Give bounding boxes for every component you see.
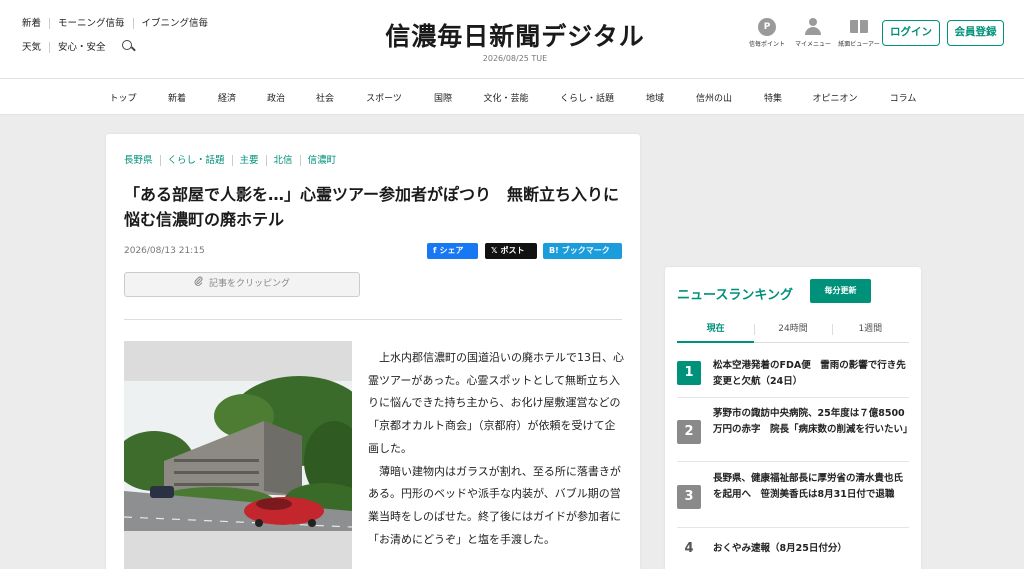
nav-item-top[interactable]: トップ bbox=[109, 91, 136, 104]
book-icon bbox=[850, 18, 868, 36]
ranking-item[interactable]: 4 おくやみ速報（8月25日付分） bbox=[677, 535, 909, 565]
nav-item-politics[interactable]: 政治 bbox=[267, 91, 285, 104]
link-weather[interactable]: 天気 bbox=[22, 41, 51, 53]
nav-item-opinion[interactable]: オピニオン bbox=[812, 91, 857, 104]
tag-link[interactable]: 信濃町 bbox=[301, 155, 344, 166]
link-safety[interactable]: 安心・安全 bbox=[50, 42, 114, 53]
register-button[interactable]: 会員登録 bbox=[947, 20, 1004, 46]
ranking-item[interactable]: 1 松本空港発着のFDA便 雷雨の影響で行き先変更と欠航（24日） bbox=[677, 358, 909, 398]
search-icon[interactable] bbox=[121, 40, 136, 54]
ranking-item-title: おくやみ速報（8月25日付分） bbox=[713, 543, 847, 554]
points-label: 信毎ポイント bbox=[748, 41, 785, 48]
viewer-button[interactable]: 紙面ビューアー bbox=[836, 18, 882, 48]
nav-item-region[interactable]: 地域 bbox=[646, 91, 664, 104]
header-date: 2026/08/25 TUE bbox=[482, 54, 548, 63]
article-headline: 「ある部屋で人影を…」心霊ツアー参加者がぽつり 無断立ち入りに悩む信濃町の廃ホテ… bbox=[124, 185, 620, 229]
link-evening[interactable]: イブニング信毎 bbox=[134, 18, 217, 29]
tag-link[interactable]: 主要 bbox=[233, 155, 267, 166]
hatena-icon: B! bbox=[549, 246, 559, 255]
nav-item-life[interactable]: くらし・話題 bbox=[560, 91, 614, 104]
article-paragraph: 薄暗い建物内はガラスが割れ、至る所に落書きがある。円形のベッドや派手な内装が、バ… bbox=[368, 464, 621, 546]
article-paragraph: 上水内郡信濃町の国道沿いの廃ホテルで13日、心霊ツアーがあった。心霊スポットとし… bbox=[368, 351, 624, 455]
x-post-button[interactable]: 𝕏 ポスト bbox=[485, 243, 537, 259]
tag-link[interactable]: 北信 bbox=[267, 155, 301, 166]
viewer-label: 紙面ビューアー bbox=[838, 41, 880, 48]
my-menu-button[interactable]: マイメニュー bbox=[790, 18, 836, 48]
facebook-share-button[interactable]: f シェア bbox=[427, 243, 478, 259]
nav-item-culture[interactable]: 文化・芸能 bbox=[483, 91, 528, 104]
divider bbox=[124, 319, 622, 320]
nav-item-economy[interactable]: 経済 bbox=[218, 91, 236, 104]
nav-item-new[interactable]: 新着 bbox=[168, 91, 186, 104]
nav-item-mountains[interactable]: 信州の山 bbox=[696, 91, 732, 104]
ranking-title: ニュースランキング bbox=[677, 288, 793, 303]
ranking-item-title: 茅野市の諏訪中央病院、25年度は７億8500万円の赤字 院長「病床数の削減を行い… bbox=[713, 408, 913, 435]
header-icon-menu: P 信毎ポイント マイメニュー 紙面ビューアー bbox=[744, 18, 882, 48]
x-post-label: ポスト bbox=[500, 246, 525, 255]
ranking-item[interactable]: 3 長野県、健康福祉部長に厚労省の清水貴也氏を起用へ 笹渕美香氏は8月31日付で… bbox=[677, 468, 909, 528]
ranking-item-title: 長野県、健康福祉部長に厚労省の清水貴也氏を起用へ 笹渕美香氏は8月31日付で退職 bbox=[713, 473, 904, 500]
x-icon: 𝕏 bbox=[491, 246, 498, 255]
clip-article-button[interactable]: 記事をクリッピング bbox=[124, 272, 360, 297]
rank-number: 2 bbox=[677, 420, 701, 444]
tab-24h[interactable]: 24時間 bbox=[754, 315, 831, 342]
ranking-item-title: 松本空港発着のFDA便 雷雨の影響で行き先変更と欠航（24日） bbox=[713, 360, 906, 387]
header-links: 新着 モーニング信毎 イブニング信毎 天気 安心・安全 bbox=[22, 14, 216, 62]
rank-number: 3 bbox=[677, 485, 701, 509]
rank-number: 4 bbox=[684, 541, 694, 556]
facebook-icon: f bbox=[433, 246, 437, 255]
nav-item-international[interactable]: 国際 bbox=[434, 91, 452, 104]
nav-item-features[interactable]: 特集 bbox=[764, 91, 782, 104]
article-body: 上水内郡信濃町の国道沿いの廃ホテルで13日、心霊ツアーがあった。心霊スポットとし… bbox=[368, 347, 624, 551]
my-menu-label: マイメニュー bbox=[794, 41, 831, 48]
hatena-bookmark-button[interactable]: B! ブックマーク bbox=[543, 243, 622, 259]
tab-1week[interactable]: 1週間 bbox=[831, 315, 909, 342]
person-icon bbox=[804, 18, 822, 36]
ranking-item[interactable]: 2 茅野市の諏訪中央病院、25年度は７億8500万円の赤字 院長「病床数の削減を… bbox=[677, 404, 913, 462]
site-header: 新着 モーニング信毎 イブニング信毎 天気 安心・安全 信濃毎日新聞デジタル 2… bbox=[0, 0, 1024, 78]
news-ranking: ニュースランキング 毎分更新 現在 24時間 1週間 1 松本空港発着のFDA便… bbox=[665, 267, 921, 569]
main-nav: トップ 新着 経済 政治 社会 スポーツ 国際 文化・芸能 くらし・話題 地域 … bbox=[0, 78, 1024, 115]
hatena-bookmark-label: ブックマーク bbox=[561, 246, 610, 255]
rank-number: 1 bbox=[677, 361, 701, 385]
points-button[interactable]: P 信毎ポイント bbox=[744, 18, 790, 48]
nav-item-sports[interactable]: スポーツ bbox=[366, 91, 402, 104]
site-logo[interactable]: 信濃毎日新聞デジタル bbox=[380, 17, 650, 53]
article-card: 長野県 くらし・話題 主要 北信 信濃町 「ある部屋で人影を…」心霊ツアー参加者… bbox=[106, 134, 640, 569]
link-morning[interactable]: モーニング信毎 bbox=[50, 17, 134, 29]
link-new[interactable]: 新着 bbox=[22, 17, 51, 29]
login-button[interactable]: ログイン bbox=[882, 20, 940, 46]
tab-now[interactable]: 現在 bbox=[677, 315, 755, 343]
paperclip-icon bbox=[194, 273, 203, 296]
clip-label: 記事をクリッピング bbox=[208, 279, 290, 289]
ranking-update-badge: 毎分更新 bbox=[810, 279, 871, 303]
tag-link[interactable]: くらし・話題 bbox=[161, 155, 233, 166]
article-photo[interactable] bbox=[124, 341, 352, 569]
points-icon: P bbox=[758, 18, 776, 36]
ranking-tabs: 現在 24時間 1週間 bbox=[677, 315, 909, 343]
tag-link[interactable]: 長野県 bbox=[124, 155, 161, 166]
nav-item-column[interactable]: コラム bbox=[890, 91, 917, 104]
facebook-share-label: シェア bbox=[439, 246, 464, 255]
article-tags: 長野県 くらし・話題 主要 北信 信濃町 bbox=[124, 155, 343, 166]
nav-item-society[interactable]: 社会 bbox=[316, 91, 334, 104]
article-date: 2026/08/13 21:15 bbox=[124, 246, 205, 256]
